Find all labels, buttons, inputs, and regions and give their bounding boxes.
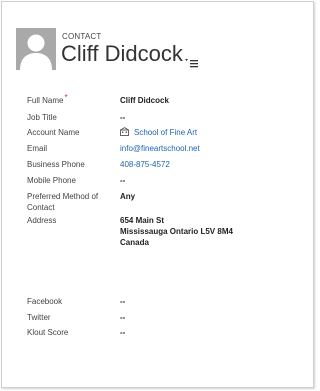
klout-score-value[interactable]: --	[120, 327, 125, 338]
full-name-value[interactable]: Cliff Didcock	[120, 95, 169, 106]
mobile-phone-label: Mobile Phone	[27, 176, 76, 185]
email-label: Email	[27, 144, 48, 153]
job-title-label: Job Title	[27, 113, 57, 122]
required-asterisk: *	[64, 93, 68, 102]
email-link[interactable]: info@fineartschool.net	[120, 143, 200, 154]
facebook-value[interactable]: --	[120, 296, 125, 307]
address-line3[interactable]: Canada	[120, 237, 149, 248]
preferred-contact-label-line1: Preferred Method of	[27, 192, 99, 201]
preferred-contact-value[interactable]: Any	[120, 191, 135, 202]
mobile-phone-value[interactable]: --	[120, 175, 125, 186]
facebook-label: Facebook	[27, 297, 63, 306]
preferred-contact-label: Preferred Method of Contact	[27, 191, 107, 213]
preferred-contact-label-line2: Contact	[27, 203, 55, 212]
business-phone-label: Business Phone	[27, 160, 85, 169]
account-icon	[120, 127, 129, 136]
address-line2[interactable]: Mississauga Ontario L5V 8M4	[120, 226, 233, 237]
full-name-label: Full Name*	[27, 93, 68, 105]
account-name-link[interactable]: School of Fine Art	[134, 128, 197, 137]
twitter-value[interactable]: --	[120, 312, 125, 323]
contact-details-section: Full Name* Cliff Didcock Job Title -- Ac…	[0, 0, 317, 391]
job-title-value[interactable]: --	[120, 112, 125, 123]
klout-score-label: Klout Score	[27, 328, 69, 337]
account-name-field[interactable]: School of Fine Art	[120, 127, 197, 138]
account-name-label: Account Name	[27, 128, 80, 137]
business-phone-link[interactable]: 408-875-4572	[120, 159, 170, 170]
address-label: Address	[27, 216, 57, 225]
address-line1[interactable]: 654 Main St	[120, 215, 164, 226]
twitter-label: Twitter	[27, 313, 51, 322]
